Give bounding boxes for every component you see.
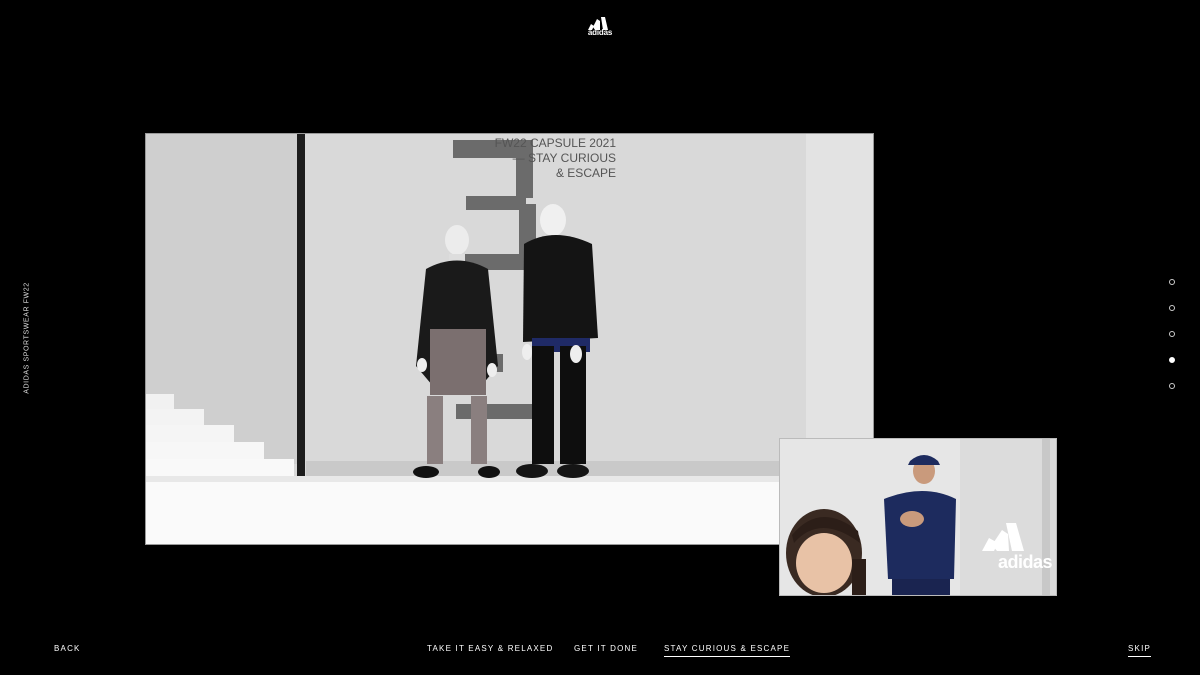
pagination-dot-3[interactable] xyxy=(1169,331,1175,337)
chapter-link-get-it-done[interactable]: GET IT DONE xyxy=(574,644,638,653)
bottom-navigation: BACK TAKE IT EASY & RELAXED GET IT DONE … xyxy=(0,644,1200,664)
capsule-line-2: — STAY CURIOUS xyxy=(512,151,616,165)
pagination-dot-1[interactable] xyxy=(1169,279,1175,285)
chapter-link-take-it-easy[interactable]: TAKE IT EASY & RELAXED xyxy=(427,644,553,653)
brand-wordmark: adidas xyxy=(587,28,613,37)
capsule-line-1: FW22 CAPSULE 2021 xyxy=(494,136,616,150)
pagination-dot-4[interactable] xyxy=(1169,357,1175,363)
collection-side-label: ADIDAS SPORTSWEAR FW22 xyxy=(23,282,31,394)
chapter-pagination xyxy=(1169,279,1177,409)
skip-link[interactable]: SKIP xyxy=(1128,644,1152,657)
pip-brand-wordmark: adidas xyxy=(997,552,1053,572)
capsule-title: FW22 CAPSULE 2021 — STAY CURIOUS & ESCAP… xyxy=(456,136,616,181)
pagination-dot-2[interactable] xyxy=(1169,305,1175,311)
capsule-line-3: & ESCAPE xyxy=(555,166,616,180)
pagination-dot-5[interactable] xyxy=(1169,383,1175,389)
back-link[interactable]: BACK xyxy=(54,644,81,653)
showroom-video[interactable]: FW22 CAPSULE 2021 — STAY CURIOUS & ESCAP… xyxy=(145,133,874,545)
presenter-pip-video[interactable]: adidas xyxy=(779,438,1057,596)
chapter-link-stay-curious[interactable]: STAY CURIOUS & ESCAPE xyxy=(664,644,791,657)
